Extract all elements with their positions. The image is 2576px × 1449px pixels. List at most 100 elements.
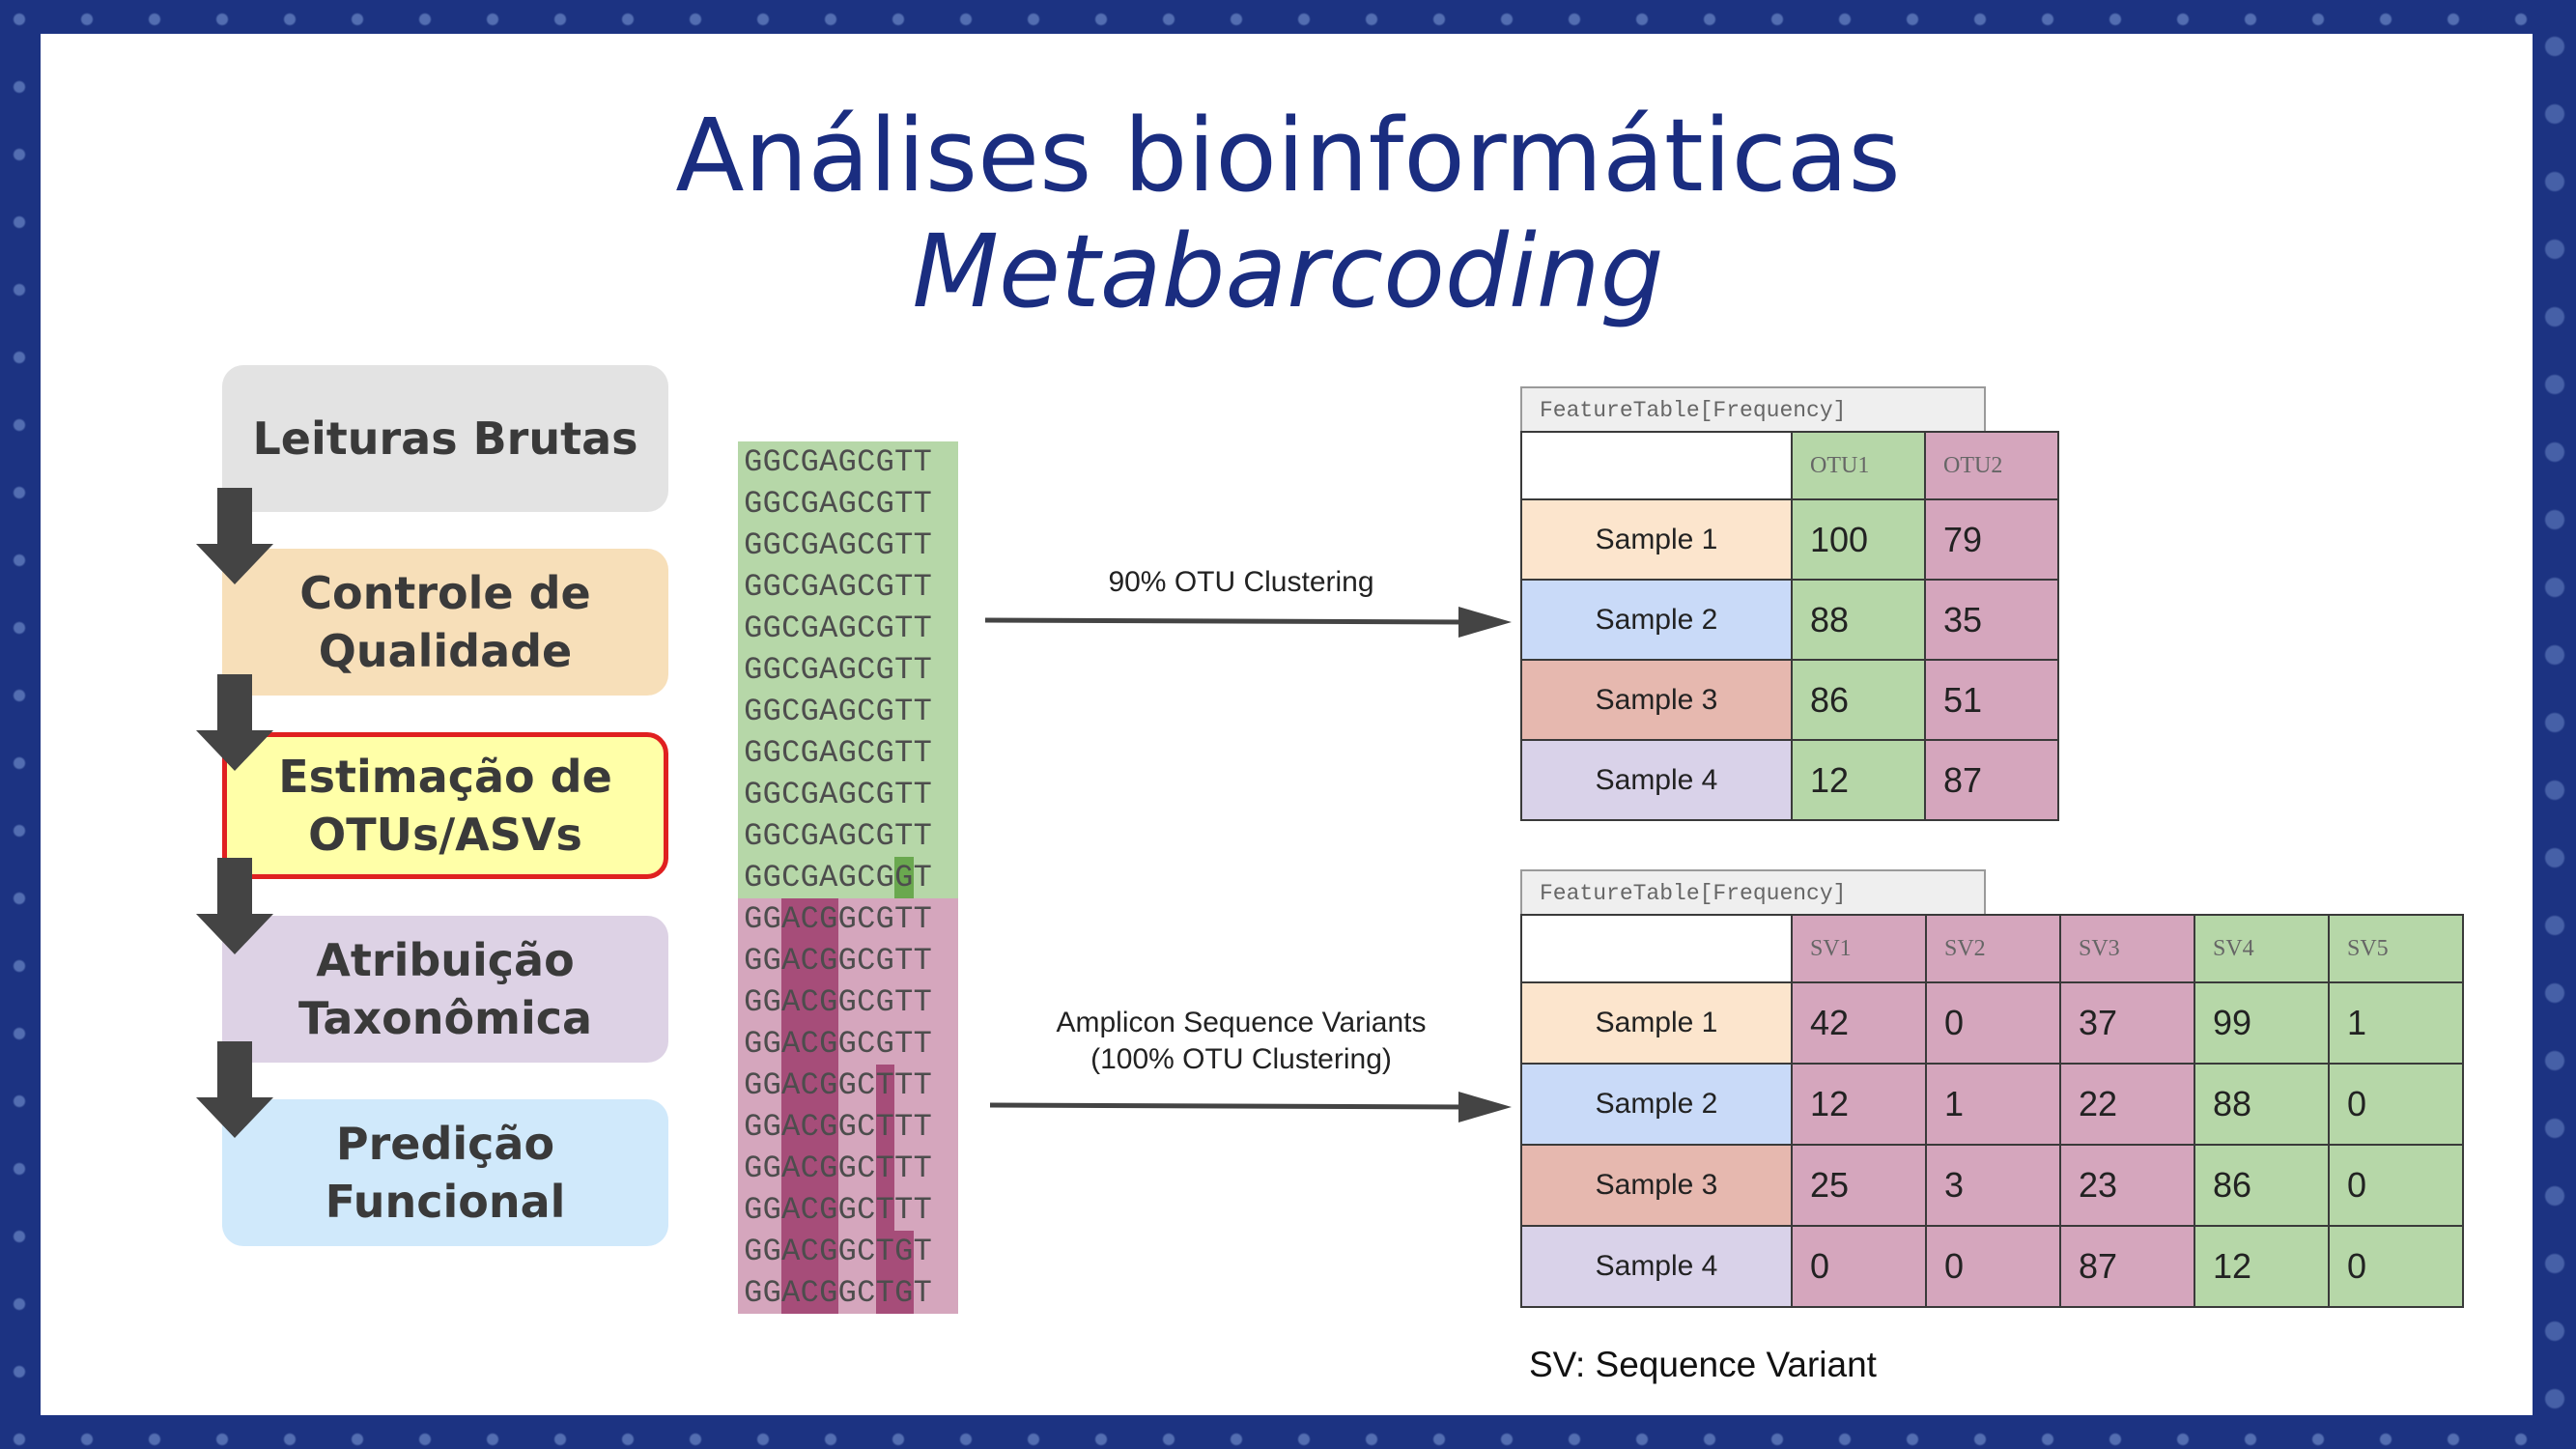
base-letter: A <box>819 694 838 729</box>
table-cell: 88 <box>1791 579 1926 661</box>
table-cell: 0 <box>1791 1225 1927 1308</box>
base-letter: T <box>913 1275 932 1311</box>
base-letter: A <box>781 1272 801 1314</box>
base-letter: G <box>762 901 781 937</box>
base-letter: G <box>875 569 894 605</box>
base-letter: C <box>857 1109 876 1145</box>
base-letter: A <box>781 898 801 940</box>
base-letter: G <box>800 694 819 729</box>
base-letter: G <box>875 611 894 646</box>
base-letter: A <box>781 1106 801 1148</box>
base-letter: T <box>913 611 932 646</box>
base-letter: C <box>857 611 876 646</box>
step-leituras-brutas: Leituras Brutas <box>222 365 668 512</box>
base-letter: G <box>837 1109 857 1145</box>
base-letter: G <box>894 1231 914 1272</box>
base-letter: G <box>875 694 894 729</box>
sequence-row: GGACGGCGTT <box>738 1023 958 1065</box>
sequence-row: GGCGAGCGTT <box>738 815 958 857</box>
sequence-row: GGACGGCTTT <box>738 1189 958 1231</box>
sequence-row: GGCGAGCGTT <box>738 441 958 483</box>
sample-label: Sample 2 <box>1520 1063 1793 1146</box>
table-cell: 0 <box>2328 1225 2464 1308</box>
base-letter: G <box>875 777 894 812</box>
table-cell: 0 <box>2328 1063 2464 1146</box>
base-letter: A <box>781 981 801 1023</box>
base-letter: C <box>857 735 876 771</box>
table-row: Sample 2 12 1 22 88 0 <box>1520 1063 2464 1146</box>
title-line-2: Metabarcoding <box>912 213 1664 330</box>
base-letter: C <box>800 981 819 1023</box>
base-letter: G <box>744 1234 763 1269</box>
table-cell: 79 <box>1924 498 2059 581</box>
table-row: Sample 4 12 87 <box>1520 739 2059 821</box>
right-arrow-icon <box>985 607 1512 638</box>
table-row: Sample 2 88 35 <box>1520 579 2059 661</box>
down-arrow-icon <box>196 488 273 584</box>
base-letter: T <box>875 1189 894 1231</box>
base-letter: G <box>875 527 894 563</box>
base-letter: G <box>762 611 781 646</box>
base-letter: G <box>837 569 857 605</box>
table-cell: 12 <box>1791 1063 1927 1146</box>
column-header-otu2: OTU2 <box>1924 431 2059 500</box>
base-letter: T <box>894 1109 914 1145</box>
base-letter: C <box>800 898 819 940</box>
table-cell: 1 <box>1925 1063 2061 1146</box>
base-letter: C <box>857 1026 876 1062</box>
sequence-row: GGACGGCTTT <box>738 1148 958 1189</box>
sample-label: Sample 3 <box>1520 659 1793 741</box>
base-letter: C <box>781 611 801 646</box>
column-header-sv2: SV2 <box>1925 914 2061 983</box>
base-letter: C <box>857 943 876 979</box>
base-letter: C <box>800 940 819 981</box>
base-letter: G <box>744 1192 763 1228</box>
base-letter: G <box>819 898 838 940</box>
base-letter: G <box>819 1106 838 1148</box>
base-letter: C <box>857 984 876 1020</box>
base-letter: G <box>744 1109 763 1145</box>
base-letter: T <box>894 652 914 688</box>
table-cell: 99 <box>2194 981 2330 1065</box>
base-letter: C <box>781 777 801 812</box>
table-cell: 3 <box>1925 1144 2061 1227</box>
base-letter: G <box>875 943 894 979</box>
sequence-row: GGCGAGCGGT <box>738 857 958 898</box>
base-letter: G <box>837 777 857 812</box>
base-letter: G <box>762 527 781 563</box>
base-letter: C <box>857 569 876 605</box>
table-header-row: SV1 SV2 SV3 SV4 SV5 <box>1520 914 2464 983</box>
base-letter: G <box>837 1067 857 1103</box>
base-letter: G <box>800 569 819 605</box>
base-letter: A <box>819 777 838 812</box>
base-letter: G <box>800 652 819 688</box>
base-letter: C <box>781 444 801 480</box>
base-letter: C <box>857 1067 876 1103</box>
base-letter: G <box>837 901 857 937</box>
table-cell: 0 <box>2328 1144 2464 1227</box>
base-letter: C <box>781 569 801 605</box>
sequence-row: GGACGGCGTT <box>738 898 958 940</box>
step-controle-qualidade: Controle de Qualidade <box>222 549 668 696</box>
base-letter: C <box>781 652 801 688</box>
base-letter: T <box>894 1026 914 1062</box>
base-letter: G <box>744 694 763 729</box>
base-letter: G <box>744 1067 763 1103</box>
down-arrow-icon <box>196 858 273 954</box>
base-letter: A <box>819 611 838 646</box>
base-letter: A <box>819 527 838 563</box>
base-letter: G <box>800 444 819 480</box>
column-header-sv4: SV4 <box>2194 914 2330 983</box>
base-letter: G <box>875 860 894 895</box>
base-letter: G <box>744 1275 763 1311</box>
base-letter: T <box>913 569 932 605</box>
base-letter: C <box>857 1192 876 1228</box>
base-letter: G <box>819 1023 838 1065</box>
sample-label: Sample 1 <box>1520 981 1793 1065</box>
table-cell: 51 <box>1924 659 2059 741</box>
table-cell: 37 <box>2059 981 2195 1065</box>
table-cell: 86 <box>2194 1144 2330 1227</box>
base-letter: T <box>913 818 932 854</box>
base-letter: G <box>762 1067 781 1103</box>
base-letter: A <box>819 486 838 522</box>
